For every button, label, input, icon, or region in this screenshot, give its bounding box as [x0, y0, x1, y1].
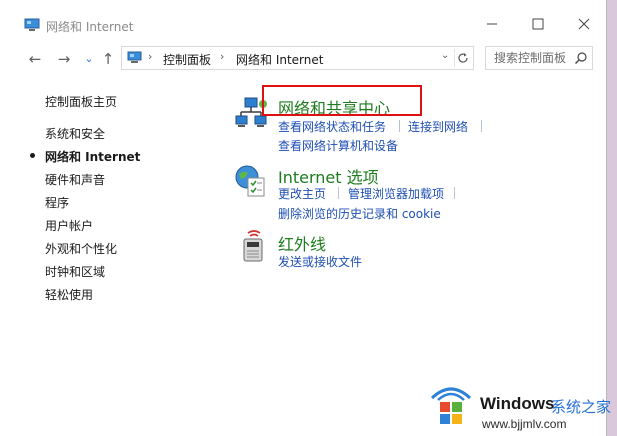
sidebar-item-hardware-sound[interactable]: 硬件和声音: [45, 171, 105, 188]
internet-options-icon[interactable]: [234, 164, 268, 198]
link-separator: [454, 187, 455, 199]
search-input[interactable]: [486, 47, 574, 69]
breadcrumb-network-internet[interactable]: 网络和 Internet: [236, 51, 323, 68]
minimize-button[interactable]: [484, 16, 500, 32]
link-change-homepage[interactable]: 更改主页: [278, 185, 326, 202]
control-panel-icon: [127, 51, 142, 63]
address-dropdown-icon[interactable]: ⌄: [441, 50, 449, 61]
category-title-infrared[interactable]: 红外线: [278, 231, 326, 255]
search-icon[interactable]: [574, 51, 588, 65]
infrared-icon[interactable]: [236, 230, 270, 264]
recent-locations-dropdown[interactable]: ⌄: [80, 50, 98, 68]
breadcrumb-separator: ›: [148, 50, 153, 63]
refresh-icon: [457, 53, 468, 63]
up-button[interactable]: ↑: [99, 50, 117, 68]
windows-logo-icon: [430, 387, 472, 424]
breadcrumb-separator: ›: [220, 50, 225, 63]
link-delete-history[interactable]: 删除浏览的历史记录和 cookie: [278, 205, 441, 222]
control-panel-icon: [24, 18, 40, 31]
window-title: 网络和 Internet: [46, 20, 134, 34]
back-button[interactable]: ←: [26, 50, 44, 68]
watermark-brand: Windows: [480, 394, 555, 413]
link-view-network-status[interactable]: 查看网络状态和任务: [278, 118, 386, 135]
highlight-box: [262, 85, 422, 116]
watermark-brand-cn: 系统之家: [551, 398, 612, 416]
link-send-receive-files[interactable]: 发送或接收文件: [278, 253, 362, 270]
breadcrumb-control-panel[interactable]: 控制面板: [163, 51, 211, 68]
link-connect-network[interactable]: 连接到网络: [408, 118, 468, 135]
close-icon: [578, 18, 590, 30]
minimize-icon: [487, 23, 497, 25]
link-separator: [481, 120, 482, 132]
watermark-url: www.bjjmlv.com: [482, 417, 567, 431]
maximize-icon: [532, 18, 544, 30]
title-bar: 网络和 Internet: [0, 0, 607, 46]
maximize-button[interactable]: [530, 16, 546, 32]
search-box[interactable]: [485, 46, 593, 70]
link-separator: [338, 187, 339, 199]
refresh-button[interactable]: [454, 49, 470, 67]
sidebar-item-network-internet[interactable]: 网络和 Internet: [45, 148, 140, 165]
close-button[interactable]: [576, 16, 592, 32]
link-view-network-devices[interactable]: 查看网络计算机和设备: [278, 137, 398, 154]
sidebar-item-clock-region[interactable]: 时钟和区域: [45, 263, 105, 280]
sidebar-item-programs[interactable]: 程序: [45, 194, 69, 211]
sidebar-item-user-accounts[interactable]: 用户帐户: [45, 217, 93, 234]
sidebar-item-home[interactable]: 控制面板主页: [45, 93, 117, 110]
watermark: Windows 系统之家 www.bjjmlv.com: [422, 380, 617, 436]
control-panel-window: 网络和 Internet ← → ⌄ ↑ › 控制面板 › 网络和 Intern…: [0, 0, 607, 436]
sidebar-item-ease-of-access[interactable]: 轻松使用: [45, 286, 93, 303]
sidebar-item-system-security[interactable]: 系统和安全: [45, 125, 105, 142]
active-indicator: [30, 153, 35, 158]
link-separator: [399, 120, 400, 132]
link-manage-addons[interactable]: 管理浏览器加载项: [348, 185, 444, 202]
address-bar[interactable]: › 控制面板 › 网络和 Internet ⌄: [121, 46, 474, 70]
forward-button[interactable]: →: [55, 50, 73, 68]
sidebar-item-appearance[interactable]: 外观和个性化: [45, 240, 117, 257]
